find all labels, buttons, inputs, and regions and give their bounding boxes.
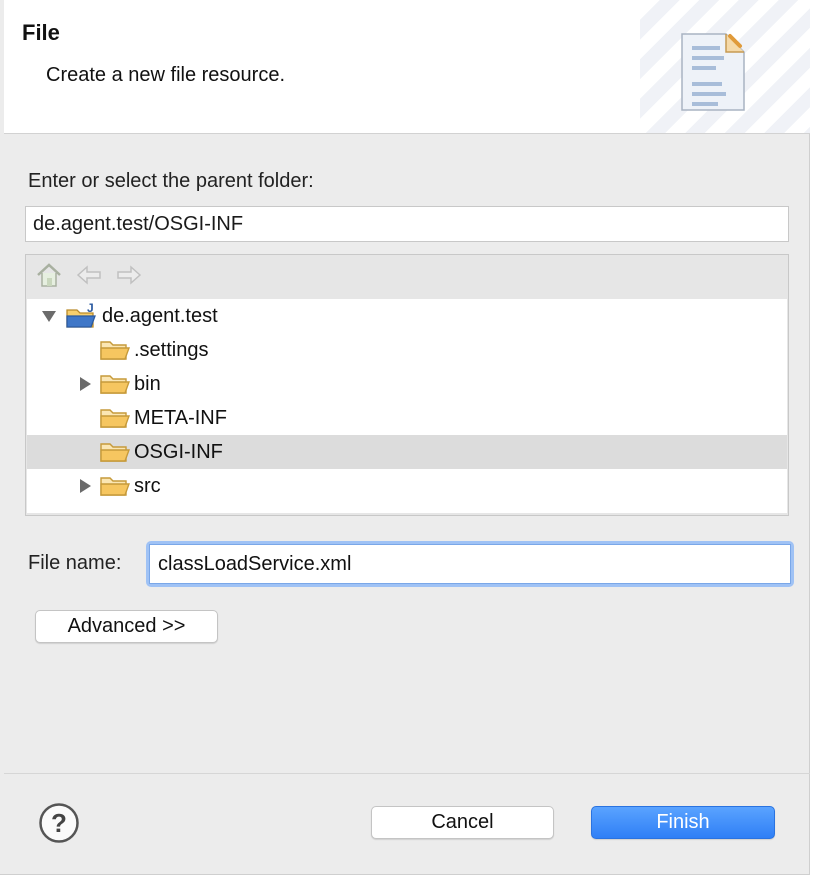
forward-arrow-icon[interactable] (114, 260, 144, 295)
tree-item-label: src (134, 474, 161, 497)
java-project-icon: J (65, 301, 99, 336)
svg-text:?: ? (51, 808, 67, 838)
folder-icon (99, 474, 131, 504)
tree-item-project[interactable]: J de.agent.test (27, 299, 787, 333)
new-file-icon (674, 30, 746, 117)
tree-item-bin[interactable]: bin (27, 367, 787, 401)
svg-text:J: J (87, 302, 94, 315)
collapsed-triangle-icon[interactable] (77, 376, 93, 392)
tree-item-settings[interactable]: .settings (27, 333, 787, 367)
file-name-label: File name: (28, 552, 122, 574)
finish-button[interactable]: Finish (591, 806, 775, 839)
advanced-button[interactable]: Advanced >> (35, 610, 218, 643)
tree-item-meta-inf[interactable]: META-INF (27, 401, 787, 435)
tree-item-label: META-INF (134, 406, 227, 429)
file-name-focus-ring (146, 541, 794, 587)
tree-item-label: .settings (134, 338, 209, 361)
dialog-banner: File Create a new file resource. (4, 0, 810, 134)
folder-tree-panel: J de.agent.test .settings bin META-INF O… (25, 254, 789, 516)
home-icon[interactable] (34, 260, 64, 295)
folder-icon (99, 338, 131, 368)
tree-item-label: bin (134, 372, 161, 395)
tree-toolbar (34, 261, 144, 293)
cancel-button[interactable]: Cancel (371, 806, 554, 839)
new-file-dialog: File Create a new file resource. Enter o… (0, 0, 810, 875)
folder-icon (99, 440, 131, 470)
help-icon[interactable]: ? (38, 802, 80, 849)
folder-icon (99, 372, 131, 402)
tree-item-label: OSGI-INF (134, 440, 223, 463)
folder-icon (99, 406, 131, 436)
tree-item-label: de.agent.test (102, 304, 218, 327)
dialog-description: Create a new file resource. (46, 64, 286, 86)
file-name-input[interactable] (149, 544, 791, 584)
tree-item-src[interactable]: src (27, 469, 787, 503)
collapsed-triangle-icon[interactable] (77, 478, 93, 494)
dialog-title: File (22, 20, 60, 45)
back-arrow-icon[interactable] (74, 260, 104, 295)
tree-item-osgi-inf[interactable]: OSGI-INF (27, 435, 787, 469)
button-bar-divider (4, 773, 810, 774)
parent-folder-label: Enter or select the parent folder: (28, 170, 314, 192)
expanded-triangle-icon[interactable] (41, 308, 57, 324)
parent-folder-input[interactable] (25, 206, 789, 242)
folder-tree: J de.agent.test .settings bin META-INF O… (27, 299, 787, 513)
